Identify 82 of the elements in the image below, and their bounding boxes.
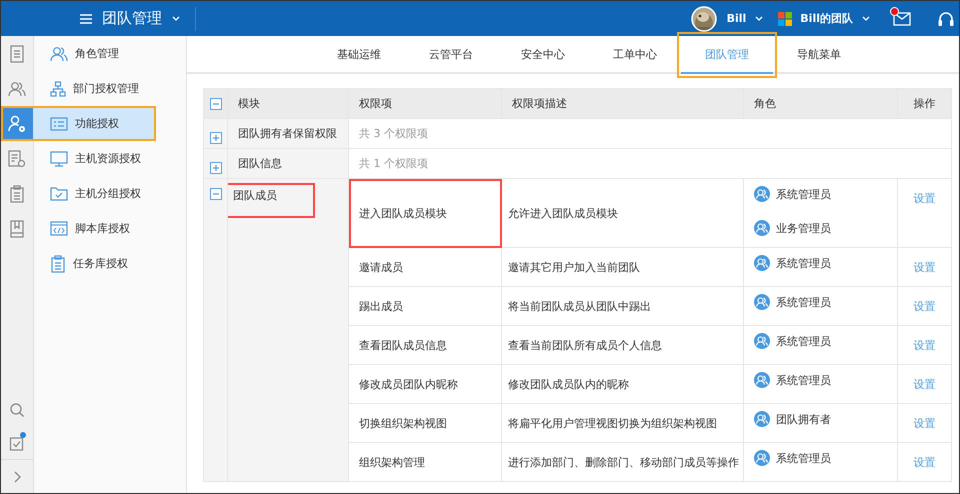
role-name: 团队拥有者 bbox=[776, 412, 831, 426]
folder-icon bbox=[50, 186, 68, 201]
table-cell: 查看团队成员信息 bbox=[348, 326, 502, 364]
caret-icon[interactable] bbox=[861, 14, 871, 22]
expand-icon[interactable] bbox=[210, 162, 222, 174]
table-cell: 允许进入团队成员模块 bbox=[502, 178, 744, 248]
table-cell: 将扁平化用户管理视图切换为组织架构视图 bbox=[502, 404, 744, 442]
column-header[interactable]: 操作 bbox=[898, 88, 952, 118]
code-window-icon bbox=[50, 221, 68, 236]
tab[interactable]: 云管平台 bbox=[405, 36, 497, 72]
module-name: 团队成员 bbox=[228, 185, 313, 216]
column-header[interactable]: 模块 bbox=[228, 88, 348, 118]
team-name[interactable]: Bill的团队 bbox=[800, 11, 853, 26]
app-title[interactable]: 团队管理 bbox=[102, 9, 162, 28]
role-icon bbox=[754, 372, 770, 388]
collapse-icon[interactable] bbox=[210, 98, 222, 110]
role-name: 系统管理员 bbox=[776, 334, 831, 348]
summary-text: 共 3 个权限项 bbox=[348, 118, 952, 148]
table-cell: 邀请成员 bbox=[348, 248, 502, 286]
people-icon bbox=[8, 80, 26, 96]
role-name: 系统管理员 bbox=[776, 294, 831, 310]
search-icon[interactable] bbox=[9, 402, 25, 418]
role-icon bbox=[754, 450, 770, 466]
role-name: 系统管理员 bbox=[776, 372, 831, 388]
table-cell: 踢出成员 bbox=[348, 286, 502, 326]
clipboard-icon bbox=[50, 254, 66, 272]
book-icon bbox=[9, 220, 25, 238]
list-gear-icon bbox=[8, 150, 26, 168]
list-icon bbox=[50, 116, 68, 130]
chevron-right-icon[interactable] bbox=[12, 470, 22, 484]
user-name[interactable]: Bill bbox=[726, 12, 746, 25]
module-name: 团队信息 bbox=[238, 157, 282, 170]
sidebar-item[interactable]: 主机分组授权 bbox=[34, 176, 186, 211]
team-logo-icon bbox=[778, 12, 792, 26]
role-icon bbox=[754, 294, 770, 310]
sidebar-item[interactable]: 主机资源授权 bbox=[34, 141, 186, 176]
sidebar-item[interactable]: 功能授权 bbox=[1, 106, 156, 141]
column-header[interactable]: 角色 bbox=[744, 88, 898, 118]
task-icon[interactable] bbox=[9, 434, 25, 450]
table-cell: 查看当前团队所有成员个人信息 bbox=[502, 326, 744, 364]
role-icon bbox=[754, 411, 770, 427]
tab[interactable]: 工单中心 bbox=[589, 36, 681, 72]
table-cell: 进行添加部门、删除部门、移动部门成员等操作 bbox=[502, 442, 744, 482]
role-icon bbox=[754, 255, 770, 271]
sidebar-item[interactable]: 任务库授权 bbox=[34, 246, 186, 281]
column-header[interactable]: 权限项描述 bbox=[502, 88, 744, 118]
table-cell: 将当前团队成员从团队中踢出 bbox=[502, 286, 744, 326]
role-name: 系统管理员 bbox=[776, 186, 831, 202]
menu-icon[interactable] bbox=[79, 12, 93, 24]
monitor-icon bbox=[50, 150, 68, 166]
role-icon bbox=[754, 333, 770, 349]
role-name: 系统管理员 bbox=[776, 450, 831, 466]
table-cell: 组织架构管理 bbox=[348, 442, 502, 482]
user-gear-icon bbox=[8, 114, 26, 132]
role-icon bbox=[754, 186, 770, 202]
summary-text: 共 1 个权限项 bbox=[348, 148, 952, 178]
mail-icon[interactable] bbox=[893, 12, 911, 26]
document-icon bbox=[9, 44, 25, 62]
collapse-icon[interactable] bbox=[210, 188, 222, 200]
expand-icon[interactable] bbox=[210, 132, 222, 144]
column-header[interactable]: 权限项 bbox=[348, 88, 502, 118]
org-chart-icon bbox=[50, 80, 66, 96]
role-name: 业务管理员 bbox=[776, 220, 831, 236]
role-icon bbox=[754, 220, 770, 236]
sidebar-item[interactable]: 脚本库授权 bbox=[34, 211, 186, 246]
role-name: 系统管理员 bbox=[776, 256, 831, 270]
table-cell: 邀请其它用户加入当前团队 bbox=[502, 248, 744, 286]
tab[interactable]: 安全中心 bbox=[497, 36, 589, 72]
clipboard-icon bbox=[9, 184, 25, 202]
caret-icon[interactable] bbox=[754, 14, 764, 22]
table-cell: 修改成员团队内昵称 bbox=[348, 364, 502, 404]
table-cell: 切换组织架构视图 bbox=[348, 404, 502, 442]
sidebar-item[interactable]: 角色管理 bbox=[34, 36, 186, 71]
caret-icon[interactable] bbox=[171, 14, 181, 22]
module-name: 团队拥有者保留权限 bbox=[238, 127, 337, 140]
table-cell: 进入团队成员模块 bbox=[348, 178, 502, 248]
tab[interactable]: 导航菜单 bbox=[773, 36, 865, 72]
people-icon bbox=[50, 46, 68, 62]
headset-icon[interactable] bbox=[937, 10, 955, 28]
sidebar-item[interactable]: 部门授权管理 bbox=[34, 71, 186, 106]
table-cell: 修改团队成员队内的昵称 bbox=[502, 364, 744, 404]
tab[interactable]: 基础运维 bbox=[313, 36, 405, 72]
